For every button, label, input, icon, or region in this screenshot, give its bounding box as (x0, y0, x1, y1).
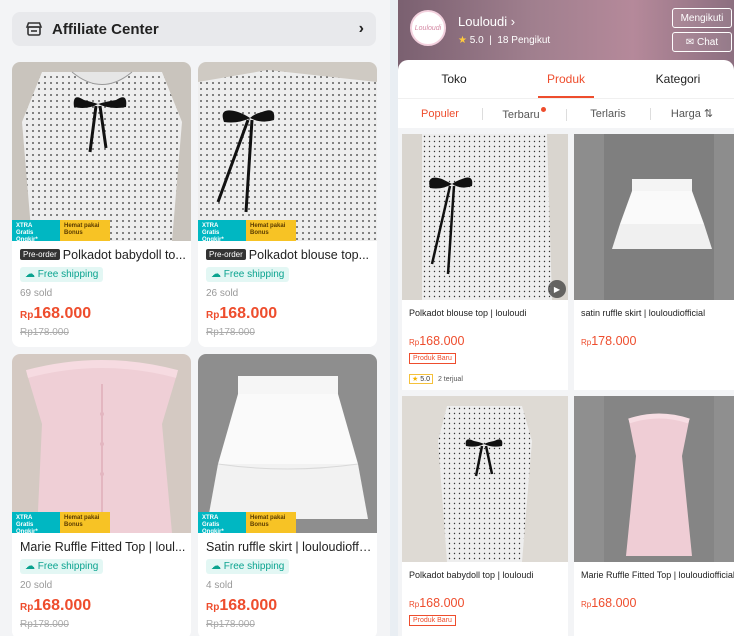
product-image-marie-ruffle-top (574, 396, 734, 562)
hemat-badge: Hemat pakai Bonus (246, 220, 296, 241)
original-price: Rp178.000 (20, 327, 69, 338)
sort-populer[interactable]: Populer (398, 108, 482, 120)
promo-badges: XTRA Gratis Ongkir* Hemat pakai Bonus (198, 512, 296, 535)
product-price: Rp168.000 (409, 334, 465, 348)
promo-badges: XTRA Gratis Ongkir* Hemat pakai Bonus (12, 220, 110, 243)
truck-icon: ☁ (211, 269, 221, 280)
store-icon (25, 22, 43, 36)
product-title: Pre-order Polkadot babydoll to... (20, 248, 186, 262)
original-price: Rp178.000 (206, 327, 255, 338)
tab-toko[interactable]: Toko (398, 60, 510, 98)
product-card[interactable]: XTRA Gratis Ongkir* Hemat pakai Bonus Pre-… (198, 62, 377, 347)
sort-arrows-icon: ⇅ (703, 108, 714, 120)
sort-terbaru[interactable]: Terbaru (482, 106, 566, 121)
product-image-satin-ruffle-skirt (198, 354, 377, 533)
truck-icon: ☁ (211, 561, 221, 572)
free-shipping-badge: ☁ Free shipping (206, 267, 290, 282)
preorder-badge: Pre-order (20, 249, 60, 260)
xtra-badge: XTRA Gratis Ongkir* (198, 220, 246, 243)
hemat-badge: Hemat pakai Bonus (60, 220, 110, 241)
product-image-satin-ruffle-skirt (574, 134, 734, 300)
tab-kategori[interactable]: Kategori (622, 60, 734, 98)
product-title: Marie Ruffle Fitted Top | loul... (20, 540, 186, 554)
product-card[interactable]: Marie Ruffle Fitted Top | louloudioffici… (574, 396, 734, 636)
product-title: Pre-order Polkadot blouse top... (206, 248, 372, 262)
play-video-icon[interactable]: ▶ (548, 280, 566, 298)
product-title: Polkadot babydoll top | louloudi (409, 570, 534, 580)
product-price: Rp168.000 (20, 597, 92, 614)
screenshot-stage: Affiliate Center › XTRA Gratis Ongkir* H… (0, 0, 734, 636)
product-title: satin ruffle skirt | louloudiofficial (581, 308, 706, 318)
affiliate-center-bar[interactable]: Affiliate Center › (12, 12, 376, 46)
new-dot-indicator (540, 106, 546, 112)
affiliate-panel: Affiliate Center › XTRA Gratis Ongkir* H… (0, 0, 390, 636)
preorder-badge: Pre-order (206, 249, 246, 260)
product-price: Rp168.000 (20, 305, 92, 322)
xtra-badge: XTRA Gratis Ongkir* (12, 220, 60, 243)
product-card[interactable]: satin ruffle skirt | louloudiofficial Rp… (574, 134, 734, 390)
star-icon: ★ (458, 35, 467, 46)
product-price: Rp168.000 (581, 596, 637, 610)
following-button[interactable]: Mengikuti (672, 8, 732, 28)
product-price: Rp168.000 (206, 597, 278, 614)
truck-icon: ☁ (25, 561, 35, 572)
new-product-tag: Produk Baru (409, 615, 456, 626)
original-price: Rp178.000 (20, 619, 69, 630)
original-price: Rp178.000 (206, 619, 255, 630)
new-product-tag: Produk Baru (409, 353, 456, 364)
product-card[interactable]: XTRA Gratis Ongkir* Hemat pakai Bonus Sati… (198, 354, 377, 636)
chevron-right-icon: › (358, 20, 364, 37)
star-icon: ★ (412, 376, 419, 383)
product-price: Rp168.000 (409, 596, 465, 610)
sort-terlaris[interactable]: Terlaris (566, 108, 650, 121)
product-card[interactable]: XTRA Gratis Ongkir* Hemat pakai Bonus Pre-… (12, 62, 191, 347)
shop-tabs: Toko Produk Kategori (398, 60, 734, 98)
product-title: Satin ruffle skirt | louloudioffi... (206, 540, 372, 554)
free-shipping-badge: ☁ Free shipping (20, 267, 104, 282)
sold-count: 69 sold (20, 288, 53, 299)
product-image-polkadot-blouse (198, 62, 377, 241)
hemat-badge: Hemat pakai Bonus (246, 512, 296, 533)
shop-panel: Louloudi Louloudi › ★ 5.0 | 18 Pengikut … (398, 0, 734, 636)
xtra-badge: XTRA Gratis Ongkir* (198, 512, 246, 535)
sold-count: 26 sold (206, 288, 239, 299)
product-image-polkadot-babydoll (402, 396, 568, 562)
free-shipping-badge: ☁ Free shipping (20, 559, 104, 574)
product-price: Rp168.000 (206, 305, 278, 322)
truck-icon: ☁ (25, 269, 35, 280)
product-image-polkadot-babydoll (12, 62, 191, 241)
shop-name[interactable]: Louloudi › (458, 14, 515, 29)
hemat-badge: Hemat pakai Bonus (60, 512, 110, 533)
product-card[interactable]: XTRA Gratis Ongkir* Hemat pakai Bonus Mari… (12, 354, 191, 636)
product-price: Rp178.000 (581, 334, 637, 348)
product-image-polkadot-blouse (402, 134, 568, 300)
product-title: Polkadot blouse top | louloudi (409, 308, 527, 318)
product-card[interactable]: ▶ Polkadot blouse top | louloudi Rp168.0… (402, 134, 568, 390)
rating-badge: ★ 5.0 (409, 374, 433, 384)
sort-bar: Populer Terbaru Terlaris Harga ⇅ (398, 98, 734, 128)
product-card[interactable]: Polkadot babydoll top | louloudi Rp168.0… (402, 396, 568, 636)
chat-icon: ✉ (685, 36, 695, 48)
promo-badges: XTRA Gratis Ongkir* Hemat pakai Bonus (12, 512, 110, 535)
shop-avatar[interactable]: Louloudi (410, 10, 446, 46)
promo-badges: XTRA Gratis Ongkir* Hemat pakai Bonus (198, 220, 296, 243)
tab-produk[interactable]: Produk (510, 60, 622, 98)
product-rating: ★ 5.0 2 terjual (409, 374, 463, 384)
shop-rating: ★ 5.0 | 18 Pengikut (458, 35, 551, 46)
xtra-badge: XTRA Gratis Ongkir* (12, 512, 60, 535)
affiliate-center-title: Affiliate Center (52, 20, 159, 38)
chat-button[interactable]: ✉ Chat (672, 32, 732, 52)
sold-count: 4 sold (206, 580, 233, 591)
free-shipping-badge: ☁ Free shipping (206, 559, 290, 574)
product-image-marie-ruffle-top (12, 354, 191, 533)
chevron-right-icon: › (510, 14, 516, 29)
sort-harga[interactable]: Harga ⇅ (650, 107, 734, 120)
product-title: Marie Ruffle Fitted Top | louloudioffici… (581, 570, 734, 580)
sold-count: 20 sold (20, 580, 53, 591)
